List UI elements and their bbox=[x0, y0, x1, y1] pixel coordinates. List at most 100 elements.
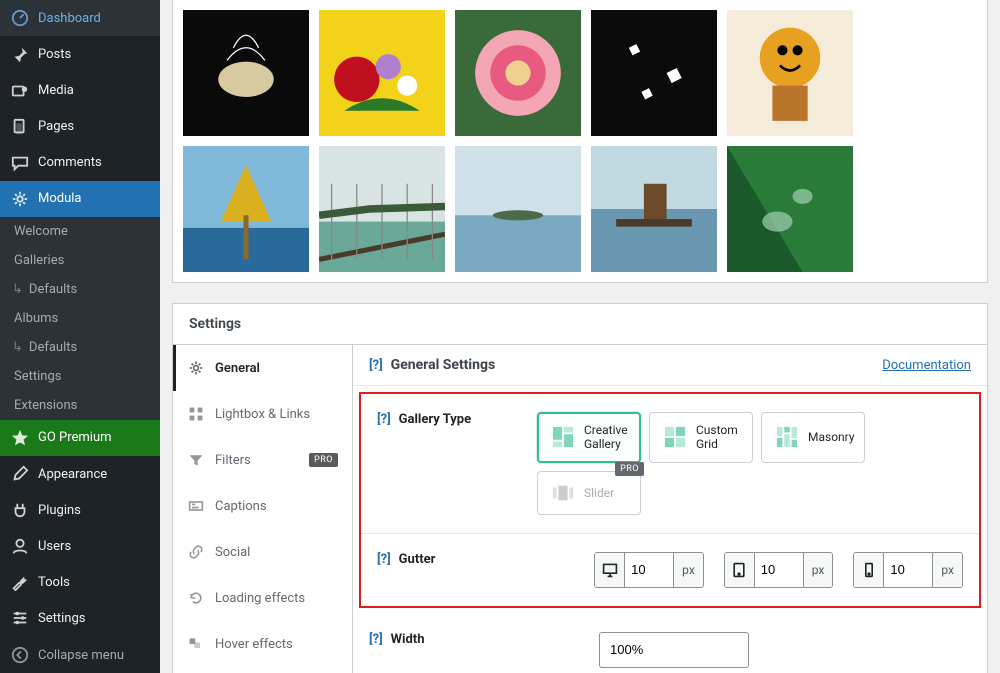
sidebar-sub-settings[interactable]: Settings bbox=[0, 362, 160, 391]
gallery-thumb[interactable] bbox=[455, 10, 581, 136]
gallery-thumb[interactable] bbox=[183, 10, 309, 136]
star-icon bbox=[10, 428, 30, 448]
sidebar-item-label: Pages bbox=[38, 119, 74, 134]
gallery-type-custom-grid[interactable]: Custom Grid bbox=[649, 412, 753, 463]
sidebar-item-posts[interactable]: Posts bbox=[0, 37, 160, 73]
gallery-type-slider[interactable]: PRO Slider bbox=[537, 471, 641, 515]
documentation-link[interactable]: Documentation bbox=[882, 358, 971, 373]
sidebar-collapse[interactable]: Collapse menu bbox=[0, 637, 160, 673]
gallery-thumb[interactable] bbox=[591, 10, 717, 136]
plug-icon bbox=[10, 500, 30, 520]
pin-icon bbox=[10, 45, 30, 65]
unit-label: px bbox=[932, 553, 962, 587]
gallery-type-creative[interactable]: Creative Gallery bbox=[537, 412, 641, 463]
help-icon[interactable]: [?] bbox=[377, 552, 391, 567]
gear-icon bbox=[187, 359, 205, 377]
gs-title: General Settings bbox=[391, 357, 496, 373]
wrench-icon bbox=[10, 572, 30, 592]
link-icon bbox=[187, 543, 205, 561]
tab-lightbox-links[interactable]: Lightbox & Links bbox=[173, 391, 352, 437]
gallery-thumb[interactable] bbox=[183, 146, 309, 272]
sidebar-item-appearance[interactable]: Appearance bbox=[0, 456, 160, 492]
settings-panel-title: Settings bbox=[173, 304, 987, 345]
tab-hover-effects[interactable]: Hover effects bbox=[173, 621, 352, 667]
sidebar-item-plugins[interactable]: Plugins bbox=[0, 492, 160, 528]
sidebar-item-dashboard[interactable]: Dashboard bbox=[0, 0, 160, 36]
mobile-icon bbox=[854, 553, 884, 587]
tablet-icon bbox=[725, 553, 755, 587]
gallery-thumb[interactable] bbox=[319, 10, 445, 136]
arrow-right-icon: ↳ bbox=[12, 282, 23, 297]
sidebar-item-modula[interactable]: Modula bbox=[0, 181, 160, 217]
sidebar-sub-galleries[interactable]: Galleries bbox=[0, 246, 160, 275]
gallery-thumb[interactable] bbox=[591, 146, 717, 272]
tab-captions[interactable]: Captions bbox=[173, 483, 352, 529]
sidebar-item-users[interactable]: Users bbox=[0, 528, 160, 564]
gutter-desktop-input[interactable] bbox=[625, 553, 673, 587]
settings-content: [?] General Settings Documentation [?] G… bbox=[353, 345, 987, 673]
gutter-tablet-input[interactable] bbox=[755, 553, 803, 587]
sidebar-sub-defaults-2[interactable]: ↳Defaults bbox=[0, 333, 160, 362]
sidebar-item-pages[interactable]: Pages bbox=[0, 109, 160, 145]
sidebar-item-label: Settings bbox=[38, 611, 85, 626]
gallery-thumb[interactable] bbox=[727, 10, 853, 136]
sidebar-sub-welcome[interactable]: Welcome bbox=[0, 217, 160, 246]
filter-icon bbox=[187, 451, 205, 469]
help-icon[interactable]: [?] bbox=[369, 632, 383, 647]
gutter-tablet: px bbox=[724, 552, 834, 588]
creative-gallery-icon bbox=[552, 426, 574, 448]
gallery-thumb[interactable] bbox=[455, 146, 581, 272]
help-icon[interactable]: [?] bbox=[369, 358, 383, 373]
sidebar-item-label: Dashboard bbox=[38, 11, 101, 26]
tab-video[interactable]: Video PRO bbox=[173, 667, 352, 673]
row-width: [?] Width bbox=[353, 614, 987, 673]
gallery-thumb[interactable] bbox=[319, 146, 445, 272]
sidebar-item-settings[interactable]: Settings bbox=[0, 600, 160, 636]
pro-badge: PRO bbox=[309, 453, 338, 467]
gutter-mobile-input[interactable] bbox=[884, 553, 932, 587]
sliders-icon bbox=[10, 608, 30, 628]
gallery-thumb[interactable] bbox=[727, 146, 853, 272]
sidebar-sub-albums[interactable]: Albums bbox=[0, 304, 160, 333]
width-label: Width bbox=[391, 632, 425, 647]
sidebar-sub-defaults-1[interactable]: ↳Defaults bbox=[0, 275, 160, 304]
gutter-mobile: px bbox=[853, 552, 963, 588]
sidebar-item-label: Tools bbox=[38, 575, 70, 590]
sidebar-item-label: Modula bbox=[38, 191, 82, 206]
comment-icon bbox=[10, 153, 30, 173]
general-settings-header: [?] General Settings Documentation bbox=[353, 345, 987, 386]
grid-icon bbox=[187, 405, 205, 423]
highlighted-section: [?] Gallery Type Creative Gallery bbox=[359, 392, 981, 608]
gallery-type-masonry[interactable]: Masonry bbox=[761, 412, 865, 463]
unit-label: px bbox=[673, 553, 703, 587]
settings-panel: Settings General Lightbox & Links Filter… bbox=[172, 303, 988, 673]
tab-filters[interactable]: Filters PRO bbox=[173, 437, 352, 483]
sidebar-item-label: Appearance bbox=[38, 467, 107, 482]
width-input[interactable] bbox=[599, 632, 749, 668]
pro-badge: PRO bbox=[615, 462, 644, 476]
gutter-desktop: px bbox=[594, 552, 704, 588]
help-icon[interactable]: [?] bbox=[377, 412, 391, 427]
caption-icon bbox=[187, 497, 205, 515]
sidebar-item-label: GO Premium bbox=[38, 430, 112, 445]
gutter-label: Gutter bbox=[399, 552, 436, 567]
tab-loading-effects[interactable]: Loading effects bbox=[173, 575, 352, 621]
sidebar-item-go-premium[interactable]: GO Premium bbox=[0, 420, 160, 456]
gallery-type-label: Gallery Type bbox=[399, 412, 471, 427]
sidebar-item-tools[interactable]: Tools bbox=[0, 564, 160, 600]
slider-icon bbox=[552, 482, 574, 504]
sidebar-item-comments[interactable]: Comments bbox=[0, 145, 160, 181]
desktop-icon bbox=[595, 553, 625, 587]
tab-general[interactable]: General bbox=[173, 345, 352, 391]
settings-tabs: General Lightbox & Links Filters PRO Cap… bbox=[173, 345, 353, 673]
wp-sidebar: Dashboard Posts Media Pages Comments Mod… bbox=[0, 0, 160, 673]
tab-social[interactable]: Social bbox=[173, 529, 352, 575]
masonry-icon bbox=[776, 426, 798, 448]
arrow-right-icon: ↳ bbox=[12, 340, 23, 355]
sidebar-item-label: Users bbox=[38, 539, 71, 554]
unit-label: px bbox=[803, 553, 833, 587]
dashboard-icon bbox=[10, 8, 30, 28]
sidebar-item-media[interactable]: Media bbox=[0, 73, 160, 109]
sidebar-sub-extensions[interactable]: Extensions bbox=[0, 391, 160, 420]
sidebar-item-label: Comments bbox=[38, 155, 102, 170]
